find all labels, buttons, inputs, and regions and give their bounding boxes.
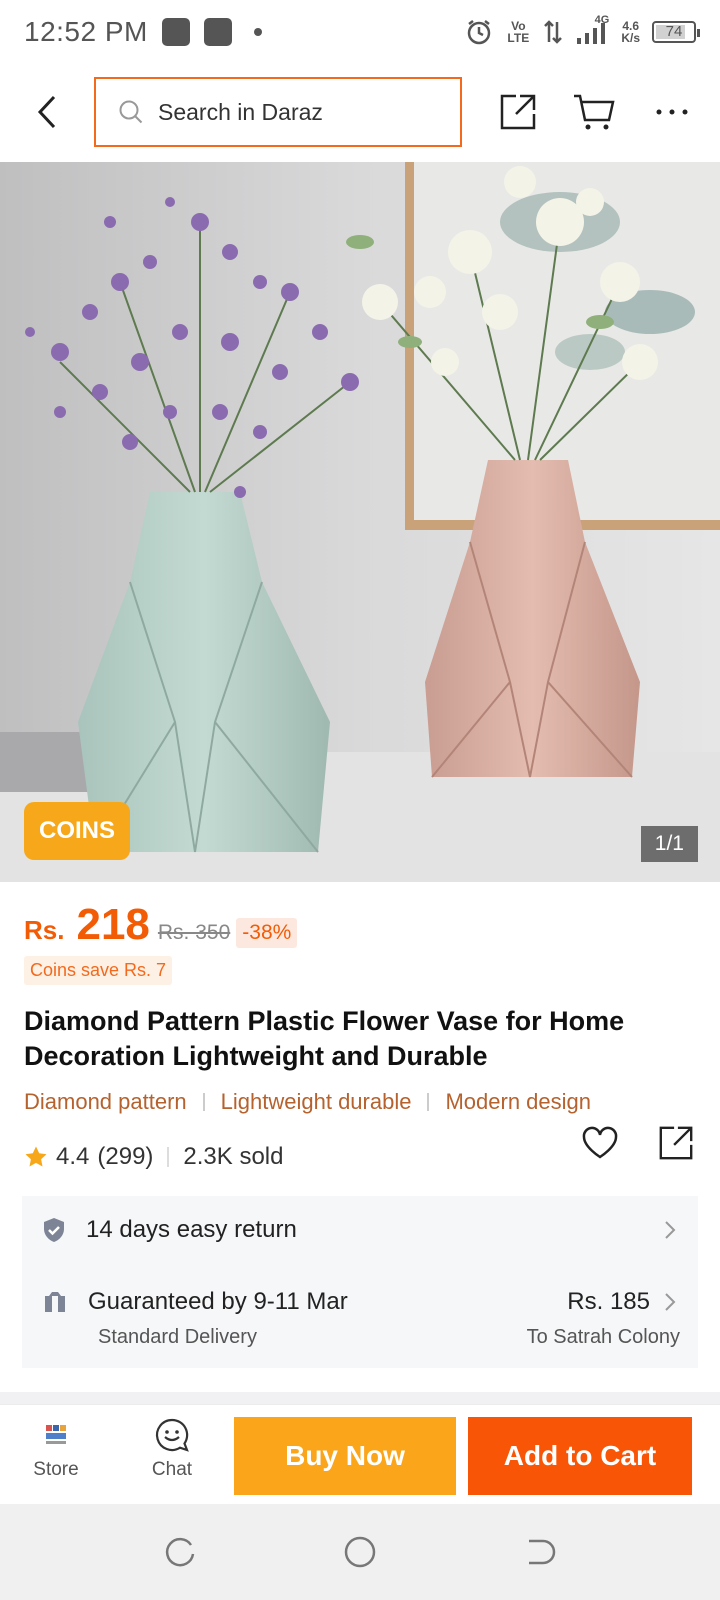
notification-dot-icon <box>253 28 262 36</box>
heart-icon <box>582 1126 618 1159</box>
volte-indicator: Vo LTE <box>507 19 530 45</box>
share-product-button[interactable] <box>656 1123 696 1163</box>
net-speed: 4.6 K/s <box>621 19 640 45</box>
home-button[interactable] <box>338 1530 382 1574</box>
battery-level: 74 <box>665 23 683 40</box>
image-counter: 1/1 <box>640 826 698 862</box>
chat-label: Chat <box>151 1459 193 1480</box>
system-navigation-bar <box>0 1504 720 1600</box>
back-arrow-icon <box>37 95 56 129</box>
currency-label: Rs. <box>24 915 65 945</box>
signal-icon: 4G <box>575 14 609 46</box>
chat-icon <box>152 1415 192 1455</box>
share-icon <box>500 94 536 130</box>
review-count[interactable]: (299) <box>97 1143 153 1171</box>
search-input[interactable] <box>158 98 438 126</box>
back-button[interactable] <box>24 88 72 136</box>
notification-app-icon <box>203 18 232 46</box>
more-icon <box>656 109 688 115</box>
coins-save-label: Coins save Rs. 7 <box>24 956 173 985</box>
discount-badge: -38% <box>236 918 298 948</box>
feature-tag: Diamond pattern <box>24 1089 187 1114</box>
bottom-action-bar: Store Chat Buy Now Add to Cart <box>0 1404 720 1504</box>
recent-apps-button[interactable] <box>158 1530 202 1574</box>
share-icon <box>659 1126 693 1160</box>
coins-badge: COINS <box>24 802 130 860</box>
buy-now-button[interactable]: Buy Now <box>234 1417 456 1495</box>
cart-icon <box>574 94 615 130</box>
battery-icon: 74 <box>652 21 700 43</box>
network-type: 4G <box>594 14 610 26</box>
feature-tag: Modern design <box>445 1089 592 1114</box>
feature-tag: Lightweight durable <box>220 1089 412 1114</box>
store-button[interactable]: Store <box>16 1415 96 1481</box>
share-button[interactable] <box>494 88 542 136</box>
delivery-guarantee-text: Guaranteed by 9-11 Mar <box>88 1288 348 1315</box>
delivery-price: Rs. 185 <box>567 1288 650 1315</box>
price-row: Rs. 218 Rs. 350 -38% <box>24 900 298 950</box>
chat-button[interactable]: Chat <box>132 1415 212 1481</box>
more-button[interactable] <box>648 88 696 136</box>
rating-value[interactable]: 4.4 <box>56 1143 89 1171</box>
delivery-destination[interactable]: To Satrah Colony <box>527 1326 680 1349</box>
shield-icon <box>44 1218 64 1242</box>
return-policy-row[interactable]: 14 days easy return <box>22 1210 698 1250</box>
tag-divider <box>202 1093 205 1111</box>
wishlist-button[interactable] <box>580 1123 620 1163</box>
sold-count: 2.3K sold <box>183 1143 284 1170</box>
back-nav-button[interactable] <box>518 1530 562 1574</box>
status-indicators: Vo LTE 4G 4.6 K/s 74 <box>465 14 700 46</box>
delivery-type: Standard Delivery <box>98 1326 257 1348</box>
delivery-row[interactable]: Guaranteed by 9-11 Mar Rs. 185 <box>22 1282 698 1322</box>
home-icon <box>344 1536 376 1568</box>
section-divider <box>0 1392 720 1404</box>
return-policy-text: 14 days easy return <box>86 1216 297 1243</box>
original-price: Rs. 350 <box>157 921 231 944</box>
chevron-right-icon <box>665 1221 676 1239</box>
tag-divider <box>427 1093 430 1111</box>
recent-apps-icon <box>165 1537 195 1567</box>
store-icon <box>36 1415 76 1455</box>
status-bar: 12:52 PM Vo LTE 4G 4.6 K/s 74 <box>0 0 720 64</box>
chevron-right-icon <box>665 1293 676 1311</box>
rating-divider <box>167 1147 170 1167</box>
search-bar[interactable] <box>94 77 462 147</box>
feature-tags: Diamond pattern Lightweight durable Mode… <box>24 1089 591 1115</box>
alarm-icon <box>468 20 491 45</box>
top-header <box>0 64 720 160</box>
current-price: 218 <box>76 900 150 949</box>
star-icon <box>25 1146 47 1167</box>
truck-icon <box>45 1292 65 1312</box>
notification-app-icon <box>161 18 190 46</box>
data-arrows-icon <box>544 20 563 44</box>
service-info-panel: 14 days easy return Guaranteed by 9-11 M… <box>22 1196 698 1368</box>
product-photo <box>0 162 720 882</box>
search-icon <box>119 100 143 124</box>
status-time: 12:52 PM <box>24 16 148 47</box>
add-to-cart-button[interactable]: Add to Cart <box>468 1417 692 1495</box>
rating-row: 4.4 (299) 2.3K sold <box>24 1126 696 1171</box>
product-image[interactable]: COINS 1/1 <box>0 162 720 882</box>
store-label: Store <box>33 1459 79 1480</box>
cart-button[interactable] <box>570 88 618 136</box>
back-nav-icon <box>529 1539 556 1565</box>
product-title: Diamond Pattern Plastic Flower Vase for … <box>24 1006 625 1071</box>
